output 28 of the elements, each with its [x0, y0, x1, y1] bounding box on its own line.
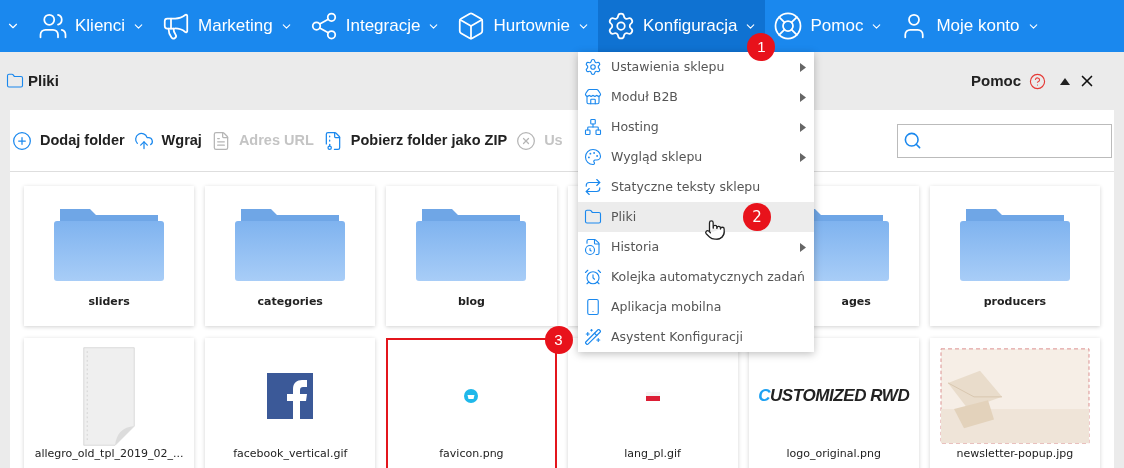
nav-label: Hurtownie: [493, 15, 570, 38]
menu-label: Historia: [611, 237, 660, 256]
file-name: newsletter-popup.jpg: [956, 446, 1074, 462]
menu-label: Aplikacja mobilna: [611, 297, 722, 316]
file-name: lang_pl.gif: [624, 446, 681, 462]
callout-badge: 3: [544, 326, 573, 354]
menu-label: Ustawienia sklepu: [611, 57, 725, 76]
file-name: favicon.png: [439, 446, 504, 462]
nav-label: Moje konto: [936, 15, 1020, 38]
page-title: Pliki: [28, 70, 59, 91]
nav-label: Integracje: [345, 15, 421, 38]
menu-label: Wygląd sklepu: [611, 147, 703, 166]
menu-label: Pliki: [611, 207, 637, 226]
folder-name: ages: [841, 294, 871, 310]
menu-label: Moduł B2B: [611, 87, 678, 106]
menu-label: Hosting: [611, 117, 659, 136]
nav-label: Klienci: [75, 15, 126, 38]
nav-label: Konfiguracja: [642, 15, 738, 38]
nav-label: Marketing: [198, 15, 273, 38]
folder-name: sliders: [88, 294, 130, 310]
file-name: facebook_vertical.gif: [233, 446, 348, 462]
file-name: logo_original.png: [786, 446, 881, 462]
folder-name: blog: [457, 294, 485, 310]
folder-name: categories: [257, 294, 323, 310]
folder-name: producers: [983, 294, 1047, 310]
file-name: allegro_old_tpl_2019_02_...: [34, 446, 184, 462]
nav-label: Pomoc: [810, 15, 864, 38]
logo-text: CUSTOMIZED RWD: [758, 385, 910, 408]
